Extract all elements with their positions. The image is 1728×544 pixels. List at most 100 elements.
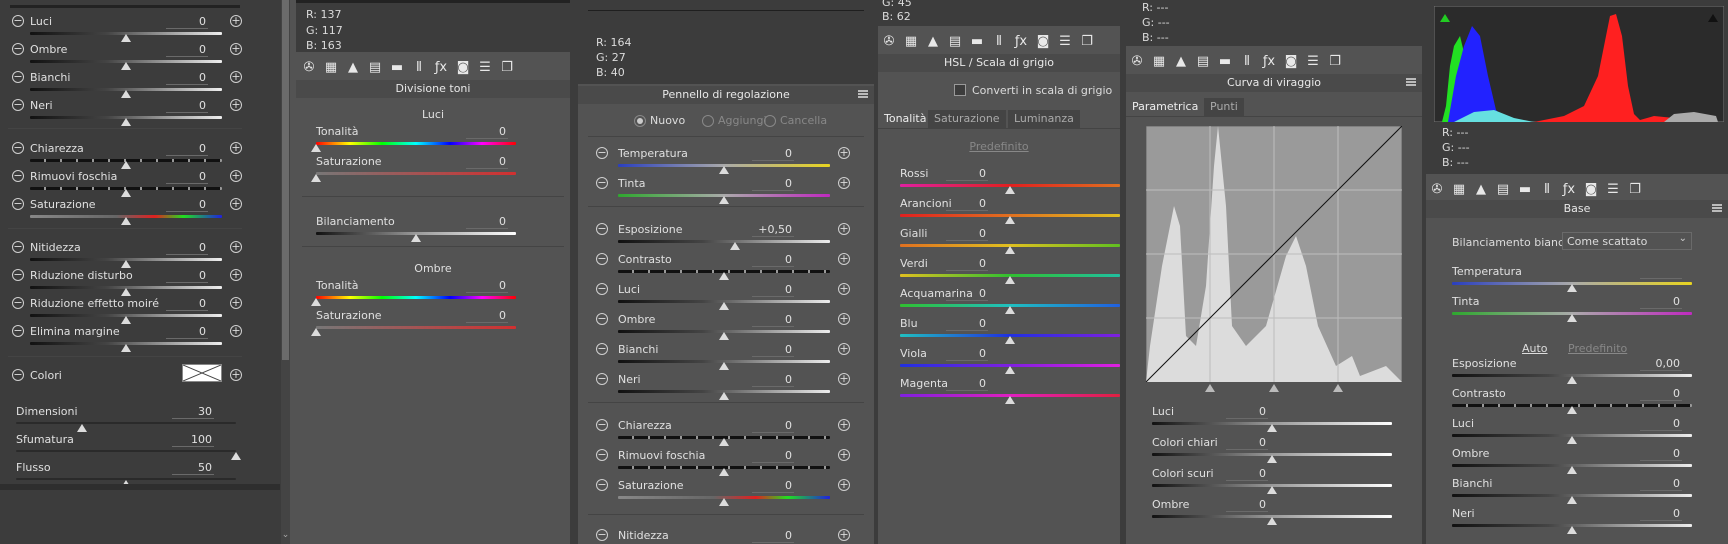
slider-thumb[interactable] — [719, 332, 729, 340]
plus-icon[interactable]: + — [838, 529, 850, 541]
slider-value[interactable]: 0 — [1206, 436, 1266, 449]
camera-icon[interactable]: ◙ — [1034, 34, 1052, 49]
minus-icon[interactable]: − — [12, 99, 24, 111]
slider-value[interactable]: 0 — [732, 147, 792, 160]
minus-icon[interactable]: − — [12, 269, 24, 281]
slider-value[interactable]: 0 — [1206, 467, 1266, 480]
region-divider-3[interactable] — [1333, 384, 1343, 392]
slider-thumb[interactable] — [121, 118, 131, 126]
slider-thumb[interactable] — [1005, 216, 1015, 224]
slider-thumb[interactable] — [729, 242, 740, 250]
slider-track[interactable] — [316, 326, 516, 329]
tab-punti[interactable]: Punti — [1204, 98, 1244, 116]
minus-icon[interactable]: − — [596, 373, 608, 385]
slider-thumb[interactable] — [719, 302, 729, 310]
minus-icon[interactable]: − — [12, 142, 24, 154]
slider-thumb[interactable] — [311, 174, 321, 182]
plus-icon[interactable]: + — [838, 253, 850, 265]
aperture-icon[interactable]: ✇ — [300, 60, 318, 75]
minus-icon[interactable]: − — [596, 343, 608, 355]
slider-thumb[interactable] — [1005, 186, 1015, 194]
preset-link[interactable]: Predefinito — [878, 140, 1120, 153]
slider-thumb[interactable] — [1005, 246, 1015, 254]
slider-thumb[interactable] — [719, 438, 729, 446]
slider-value[interactable]: 100 — [152, 433, 212, 446]
grid-icon[interactable]: ▦ — [1450, 182, 1468, 197]
slider-thumb[interactable] — [719, 196, 729, 204]
presets-icon[interactable]: ❐ — [1326, 54, 1344, 69]
minus-icon[interactable]: − — [596, 253, 608, 265]
camera-icon[interactable]: ◙ — [454, 60, 472, 75]
slider-thumb[interactable] — [1005, 276, 1015, 284]
slider-value[interactable]: 0 — [146, 43, 206, 56]
plus-icon[interactable]: + — [230, 43, 242, 55]
slider-thumb[interactable] — [1267, 517, 1277, 525]
radio-nuovo[interactable]: Nuovo — [634, 114, 704, 130]
slider-track[interactable] — [16, 450, 236, 452]
slider-track[interactable] — [316, 296, 516, 299]
radio-cancella[interactable]: Cancella — [764, 114, 834, 130]
plus-icon[interactable]: + — [230, 325, 242, 337]
plus-icon[interactable]: + — [838, 223, 850, 235]
minus-icon[interactable]: − — [596, 529, 608, 541]
white-balance-select[interactable]: Come scattato ⌄ — [1562, 232, 1692, 250]
slider-value[interactable]: 0 — [146, 269, 206, 282]
mountains-icon[interactable]: ▲ — [344, 60, 362, 75]
plus-icon[interactable]: + — [230, 15, 242, 27]
slider-thumb[interactable] — [121, 217, 131, 225]
slider-thumb[interactable] — [1005, 336, 1015, 344]
slider-value[interactable]: 0 — [1620, 417, 1680, 430]
fx-icon[interactable]: ƒx — [1012, 34, 1030, 49]
slider-thumb[interactable] — [311, 328, 321, 336]
minus-icon[interactable]: − — [12, 241, 24, 253]
slider-thumb[interactable] — [719, 392, 729, 400]
slider-value[interactable]: 0 — [1206, 498, 1266, 511]
plus-icon[interactable]: + — [838, 313, 850, 325]
slider-value[interactable]: 30 — [152, 405, 212, 418]
grid-icon[interactable]: ▦ — [322, 60, 340, 75]
fx-icon[interactable]: ƒx — [1260, 54, 1278, 69]
slider-value[interactable]: 0 — [1620, 387, 1680, 400]
slider-track[interactable] — [16, 422, 236, 424]
sliders-icon[interactable]: ☰ — [1056, 34, 1074, 49]
slider-value[interactable]: 0 — [146, 142, 206, 155]
minus-icon[interactable]: − — [596, 223, 608, 235]
plus-icon[interactable]: + — [230, 170, 242, 182]
slider-value[interactable]: 0 — [732, 529, 792, 542]
tab-luminanza[interactable]: Luminanza — [1008, 110, 1080, 128]
slider-value[interactable]: 0 — [1206, 405, 1266, 418]
scrollbar[interactable]: ⌄ — [281, 0, 290, 544]
split-tone-icon[interactable]: ▤ — [1494, 182, 1512, 197]
tab-saturazione[interactable]: Saturazione — [928, 110, 1006, 128]
slider-value[interactable]: 50 — [152, 461, 212, 474]
slider-value[interactable]: 0 — [926, 167, 986, 180]
minus-icon[interactable]: − — [12, 71, 24, 83]
slider-value[interactable]: 0 — [146, 297, 206, 310]
slider-thumb[interactable] — [1567, 314, 1577, 322]
minus-icon[interactable]: − — [12, 170, 24, 182]
aperture-icon[interactable]: ✇ — [1128, 54, 1146, 69]
minus-icon[interactable]: − — [12, 369, 24, 381]
sliders-icon[interactable]: ☰ — [1304, 54, 1322, 69]
slider-value[interactable]: 0 — [1620, 447, 1680, 460]
slider-thumb[interactable] — [1267, 486, 1277, 494]
hsl-icon[interactable]: ▬ — [1216, 54, 1234, 69]
plus-icon[interactable]: + — [230, 198, 242, 210]
minus-icon[interactable]: − — [596, 283, 608, 295]
plus-icon[interactable]: + — [230, 241, 242, 253]
plus-icon[interactable]: + — [230, 99, 242, 111]
tone-curve-graph[interactable] — [1145, 125, 1403, 383]
lens-icon[interactable]: ⦀ — [410, 60, 428, 75]
slider-value[interactable]: +0,50 — [732, 223, 792, 236]
slider-value[interactable]: 0 — [926, 227, 986, 240]
minus-icon[interactable]: − — [12, 325, 24, 337]
slider-value[interactable]: 0 — [146, 198, 206, 211]
slider-thumb[interactable] — [411, 234, 421, 242]
slider-thumb[interactable] — [719, 498, 729, 506]
color-swatch[interactable] — [182, 364, 222, 382]
slider-value[interactable]: 0 — [446, 125, 506, 138]
lens-icon[interactable]: ⦀ — [1538, 182, 1556, 197]
grid-icon[interactable]: ▦ — [1150, 54, 1168, 69]
split-tone-icon[interactable]: ▤ — [946, 34, 964, 49]
slider-thumb[interactable] — [1567, 406, 1577, 414]
